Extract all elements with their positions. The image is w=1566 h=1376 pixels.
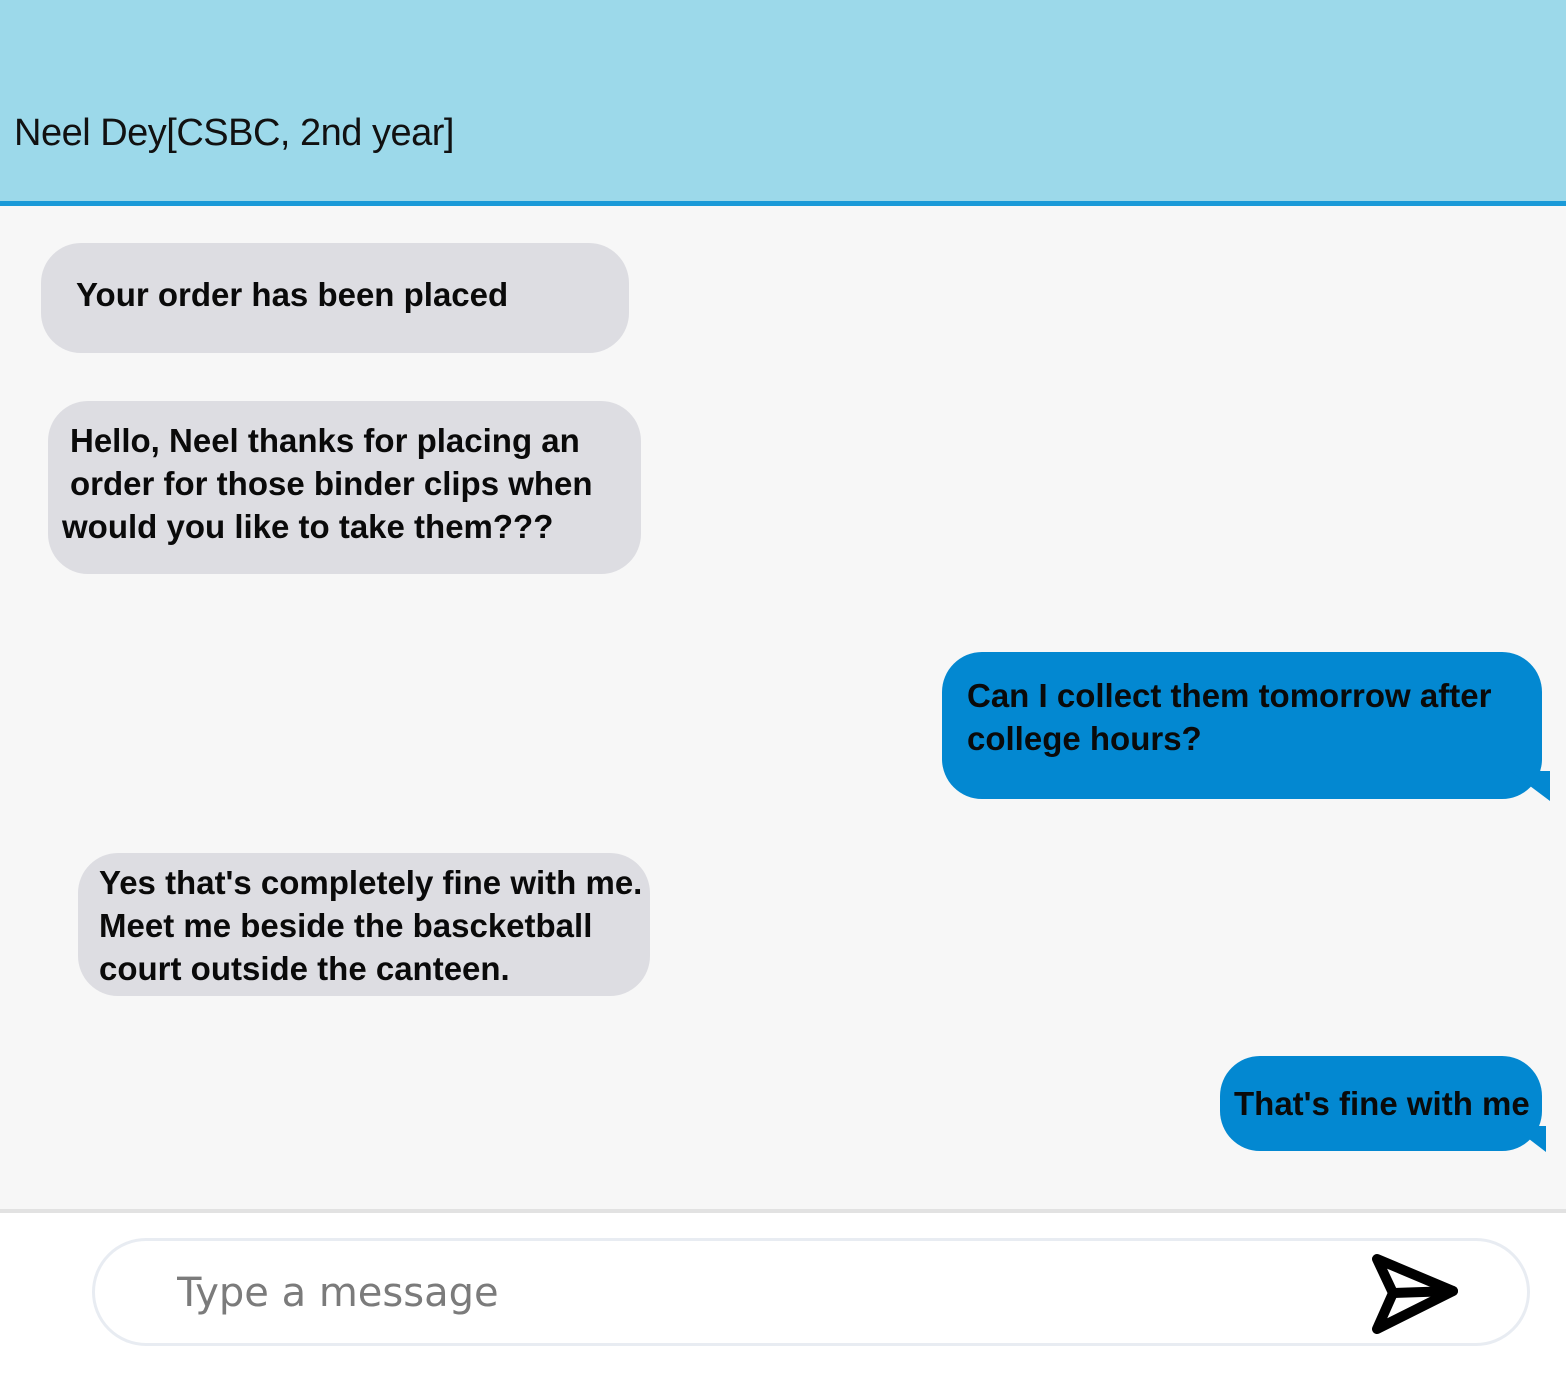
bubble-tail: [1510, 771, 1550, 801]
message-input-container: [92, 1238, 1530, 1346]
message-bubble-outgoing: That's fine with me: [1220, 1056, 1542, 1151]
message-input[interactable]: [177, 1263, 1277, 1323]
message-bubble-incoming: Hello, Neel thanks for placing an order …: [48, 401, 641, 574]
send-arrow-icon: [1372, 1254, 1458, 1334]
message-bubble-outgoing: Can I collect them tomorrow after colleg…: [942, 652, 1542, 799]
message-text: Meet me beside the bascketball: [99, 907, 593, 944]
message-text: Can I collect them tomorrow after: [967, 677, 1492, 714]
message-text: order for those binder clips when: [70, 465, 593, 502]
contact-name: Neel Dey[CSBC, 2nd year]: [14, 112, 454, 154]
message-text: Your order has been placed: [76, 276, 509, 313]
chat-header: Neel Dey[CSBC, 2nd year]: [0, 0, 1566, 206]
message-text: college hours?: [967, 720, 1202, 757]
chat-app: Neel Dey[CSBC, 2nd year] Your order has …: [0, 0, 1566, 1376]
bubble-tail: [1512, 1126, 1546, 1152]
message-bubble-incoming: Your order has been placed: [41, 243, 629, 353]
message-text: court outside the canteen.: [99, 950, 510, 987]
message-text: Hello, Neel thanks for placing an: [70, 422, 580, 459]
message-text: That's fine with me: [1234, 1085, 1530, 1122]
message-bubble-incoming: Yes that's completely fine with me. Meet…: [78, 853, 650, 996]
send-button[interactable]: [1365, 1249, 1461, 1339]
composer-bar: [0, 1209, 1566, 1376]
message-text: would you like to take them???: [62, 508, 554, 545]
message-text: Yes that's completely fine with me.: [99, 864, 643, 901]
message-list[interactable]: Your order has been placed Hello, Neel t…: [0, 211, 1566, 1209]
